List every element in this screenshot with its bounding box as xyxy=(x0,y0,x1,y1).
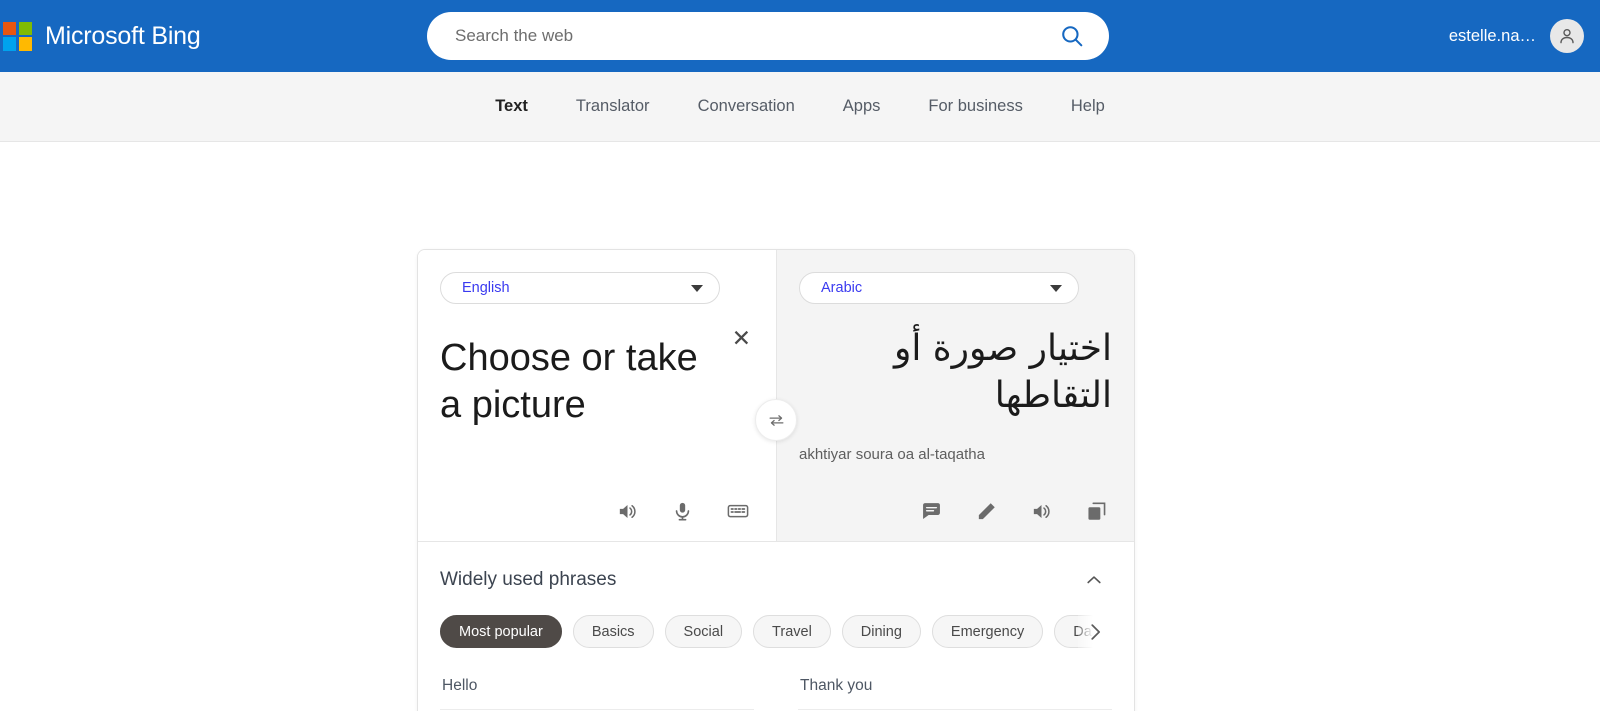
search-input[interactable] xyxy=(453,25,1057,47)
search-icon[interactable] xyxy=(1057,23,1087,49)
chevron-up-icon[interactable] xyxy=(1078,564,1110,596)
pencil-icon[interactable] xyxy=(971,496,1002,527)
microphone-icon[interactable] xyxy=(667,496,698,527)
nav-item-translator[interactable]: Translator xyxy=(552,97,674,116)
source-tool-row xyxy=(612,495,754,527)
chip-travel[interactable]: Travel xyxy=(753,615,831,648)
phrases-section: Widely used phrases Most popular Basics … xyxy=(418,541,1134,711)
chevron-down-icon xyxy=(691,284,703,292)
list-item[interactable]: Hello xyxy=(440,662,754,710)
source-pane: English Choose or take a picture ✕ xyxy=(418,250,776,541)
list-item[interactable]: Thank you xyxy=(798,662,1112,710)
nav-item-apps[interactable]: Apps xyxy=(819,97,905,116)
speaker-icon[interactable] xyxy=(1026,496,1057,527)
logo-square-blue xyxy=(3,37,17,51)
keyboard-icon[interactable] xyxy=(722,495,754,527)
translate-row: English Choose or take a picture ✕ Arabi… xyxy=(418,250,1134,541)
microsoft-logo-icon xyxy=(3,21,32,51)
chip-emergency[interactable]: Emergency xyxy=(931,615,1044,648)
search-box[interactable] xyxy=(427,12,1109,60)
speaker-icon[interactable] xyxy=(612,496,643,527)
logo-square-green xyxy=(18,21,32,35)
account-area[interactable]: estelle.na… xyxy=(1449,19,1584,53)
target-language-select[interactable]: Arabic xyxy=(799,272,1079,304)
nav-item-help[interactable]: Help xyxy=(1047,97,1129,116)
phrase-list: Hello Thank you Good morning How are you… xyxy=(440,662,1112,711)
translator-card: English Choose or take a picture ✕ Arabi… xyxy=(417,249,1135,711)
brand-name: Microsoft Bing xyxy=(45,21,201,50)
translated-text: اختيار صورة أو التقاطها xyxy=(893,328,1112,416)
feedback-icon[interactable] xyxy=(916,496,947,527)
logo-square-red xyxy=(3,21,17,35)
chip-dining[interactable]: Dining xyxy=(841,615,921,648)
phrase-category-chips: Most popular Basics Social Travel Dining… xyxy=(440,615,1112,648)
account-name: estelle.na… xyxy=(1448,26,1536,45)
swap-languages-button[interactable] xyxy=(755,399,797,441)
top-header: Microsoft Bing estelle.na… xyxy=(0,0,1600,72)
target-tool-row xyxy=(916,496,1112,527)
chevron-right-icon[interactable] xyxy=(1078,615,1112,648)
nav-item-for-business[interactable]: For business xyxy=(904,97,1046,116)
logo-square-yellow xyxy=(18,37,32,51)
avatar[interactable] xyxy=(1550,19,1584,53)
phrases-title: Widely used phrases xyxy=(440,569,617,590)
chip-basics[interactable]: Basics xyxy=(572,615,654,648)
source-language-label: English xyxy=(462,280,510,296)
source-text[interactable]: Choose or take a picture xyxy=(440,335,710,429)
nav-item-conversation[interactable]: Conversation xyxy=(674,97,819,116)
transliteration-text: akhtiyar soura oa al-taqatha xyxy=(799,445,985,463)
close-icon[interactable]: ✕ xyxy=(732,327,751,350)
brand-logo[interactable]: Microsoft Bing xyxy=(0,21,201,51)
search-bar xyxy=(427,12,1109,60)
nav-item-text[interactable]: Text xyxy=(471,97,552,116)
target-pane: Arabic اختيار صورة أو التقاطها akhtiyar … xyxy=(776,250,1134,541)
copy-icon[interactable] xyxy=(1081,496,1112,527)
target-language-label: Arabic xyxy=(821,280,863,296)
chevron-down-icon xyxy=(1050,284,1062,292)
main-nav: Text Translator Conversation Apps For bu… xyxy=(0,72,1600,142)
chip-most-popular[interactable]: Most popular xyxy=(440,615,562,648)
source-language-select[interactable]: English xyxy=(440,272,720,304)
chip-social[interactable]: Social xyxy=(664,615,743,648)
phrases-header: Widely used phrases xyxy=(440,564,1112,596)
